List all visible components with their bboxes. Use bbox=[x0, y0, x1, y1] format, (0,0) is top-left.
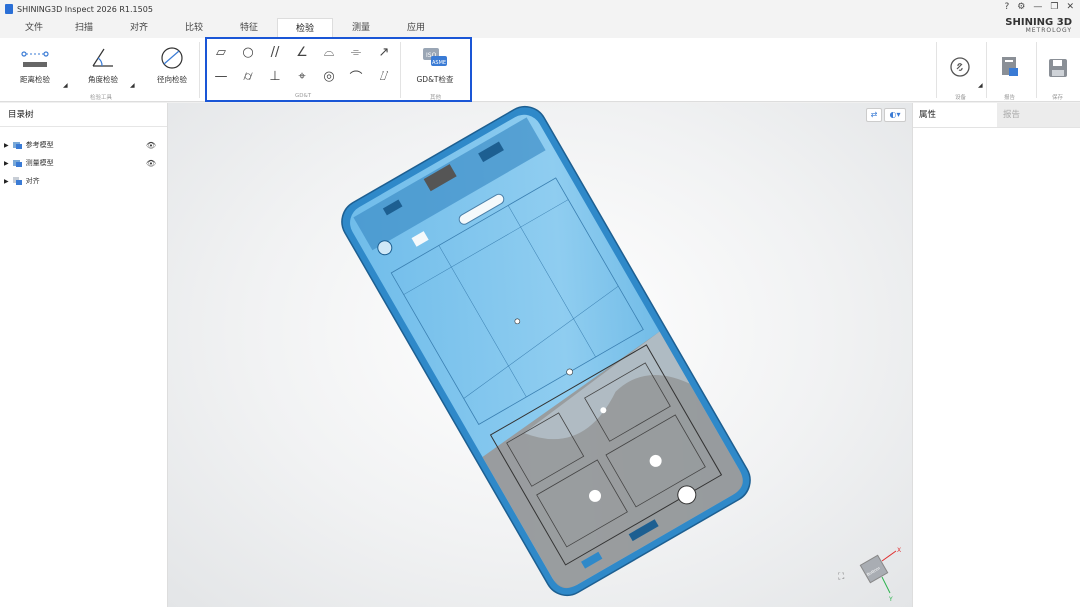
brand-logo: SHINING 3D METROLOGY bbox=[1005, 17, 1072, 34]
tab-measure[interactable]: 测量 bbox=[333, 18, 389, 38]
tab-feature[interactable]: 特征 bbox=[221, 18, 277, 38]
settings-icon[interactable]: ⚙ bbox=[1017, 2, 1025, 12]
fit-view-icon[interactable]: ⛶ bbox=[838, 572, 844, 582]
panel-title: 目录树 bbox=[0, 103, 167, 127]
tab-scan[interactable]: 扫描 bbox=[56, 18, 112, 38]
ribbon-separator bbox=[986, 42, 987, 98]
angle-icon bbox=[80, 44, 126, 70]
menu-bar: 文件 扫描 对齐 比较 特征 检验 测量 应用 bbox=[0, 18, 1080, 38]
group-label-save: 保存 bbox=[1052, 95, 1064, 101]
report-icon bbox=[995, 52, 1025, 78]
align-icon bbox=[12, 177, 22, 185]
radial-check-button[interactable]: 径向检验 bbox=[150, 44, 194, 85]
link-icon bbox=[945, 52, 975, 78]
tab-inspect[interactable]: 检验 bbox=[277, 18, 333, 38]
expand-icon[interactable]: ▶ bbox=[4, 160, 9, 167]
ribbon-separator bbox=[936, 42, 937, 98]
window-controls: ? ⚙ — ❐ ✕ bbox=[1005, 2, 1074, 12]
window-title: SHINING3D Inspect 2026 R1.1505 bbox=[17, 4, 153, 14]
axis-gizmo[interactable]: Bottom X Y bbox=[848, 543, 908, 603]
group-label-device: 设备 bbox=[955, 95, 967, 101]
tab-file[interactable]: 文件 bbox=[6, 18, 62, 38]
svg-text:Y: Y bbox=[888, 596, 893, 603]
svg-text:X: X bbox=[897, 547, 901, 554]
tab-align[interactable]: 对齐 bbox=[111, 18, 167, 38]
eye-icon[interactable]: 👁 bbox=[146, 141, 156, 150]
properties-panel: 属性 报告 bbox=[912, 103, 1080, 607]
tree-item-alignment[interactable]: ▶ 对齐 bbox=[4, 174, 160, 188]
help-icon[interactable]: ? bbox=[1005, 2, 1010, 12]
directory-tree-panel: 目录树 ▶ 参考模型 👁 ▶ 测量模型 👁 ▶ 对齐 bbox=[0, 103, 168, 607]
expand-icon[interactable]: ▶ bbox=[4, 142, 9, 149]
close-icon[interactable]: ✕ bbox=[1066, 2, 1074, 12]
group-label-report: 报告 bbox=[1004, 95, 1016, 101]
save-icon bbox=[1043, 52, 1073, 78]
group-label-tools: 检验工具 bbox=[90, 95, 113, 101]
report-button[interactable] bbox=[995, 52, 1025, 82]
tab-compare[interactable]: 比较 bbox=[166, 18, 222, 38]
tree-item-reference-model[interactable]: ▶ 参考模型 👁 bbox=[4, 138, 160, 152]
device-dropdown-caret[interactable]: ◢ bbox=[978, 82, 983, 89]
minimize-icon[interactable]: — bbox=[1033, 2, 1042, 12]
radial-icon bbox=[150, 44, 194, 70]
tree-item-measured-model[interactable]: ▶ 测量模型 👁 bbox=[4, 156, 160, 170]
angle-dropdown-caret[interactable]: ◢ bbox=[130, 82, 135, 89]
model-icon bbox=[12, 160, 22, 167]
ribbon: 距离检验 ◢ 角度检验 ◢ 径向检验 检验工具 ▱ ○ // ∠ ⌓ ⌯ ↗ —… bbox=[0, 38, 1080, 102]
ribbon-separator bbox=[199, 42, 200, 98]
phone-frame-model[interactable] bbox=[168, 103, 912, 607]
ribbon-separator bbox=[1036, 42, 1037, 98]
distance-check-button[interactable]: 距离检验 bbox=[10, 44, 60, 85]
tab-report[interactable]: 报告 bbox=[997, 103, 1080, 127]
restore-icon[interactable]: ❐ bbox=[1050, 2, 1058, 12]
expand-icon[interactable]: ▶ bbox=[4, 178, 9, 185]
panel-divider bbox=[913, 127, 1080, 128]
tab-properties[interactable]: 属性 bbox=[913, 103, 997, 127]
angle-check-button[interactable]: 角度检验 bbox=[80, 44, 126, 85]
distance-dropdown-caret[interactable]: ◢ bbox=[63, 82, 68, 89]
title-bar: SHINING3D Inspect 2026 R1.1505 ? ⚙ — ❐ ✕ bbox=[0, 0, 1080, 18]
device-button[interactable] bbox=[945, 52, 975, 82]
app-icon bbox=[5, 4, 13, 14]
distance-icon bbox=[10, 44, 60, 70]
save-button[interactable] bbox=[1043, 52, 1073, 82]
eye-icon[interactable]: 👁 bbox=[146, 159, 156, 168]
model-icon bbox=[12, 142, 22, 149]
tab-apply[interactable]: 应用 bbox=[388, 18, 444, 38]
3d-viewport[interactable]: ⇄ ◐▾ Bottom X Y ⛶ bbox=[168, 103, 912, 607]
gdt-highlight-box bbox=[205, 37, 472, 102]
